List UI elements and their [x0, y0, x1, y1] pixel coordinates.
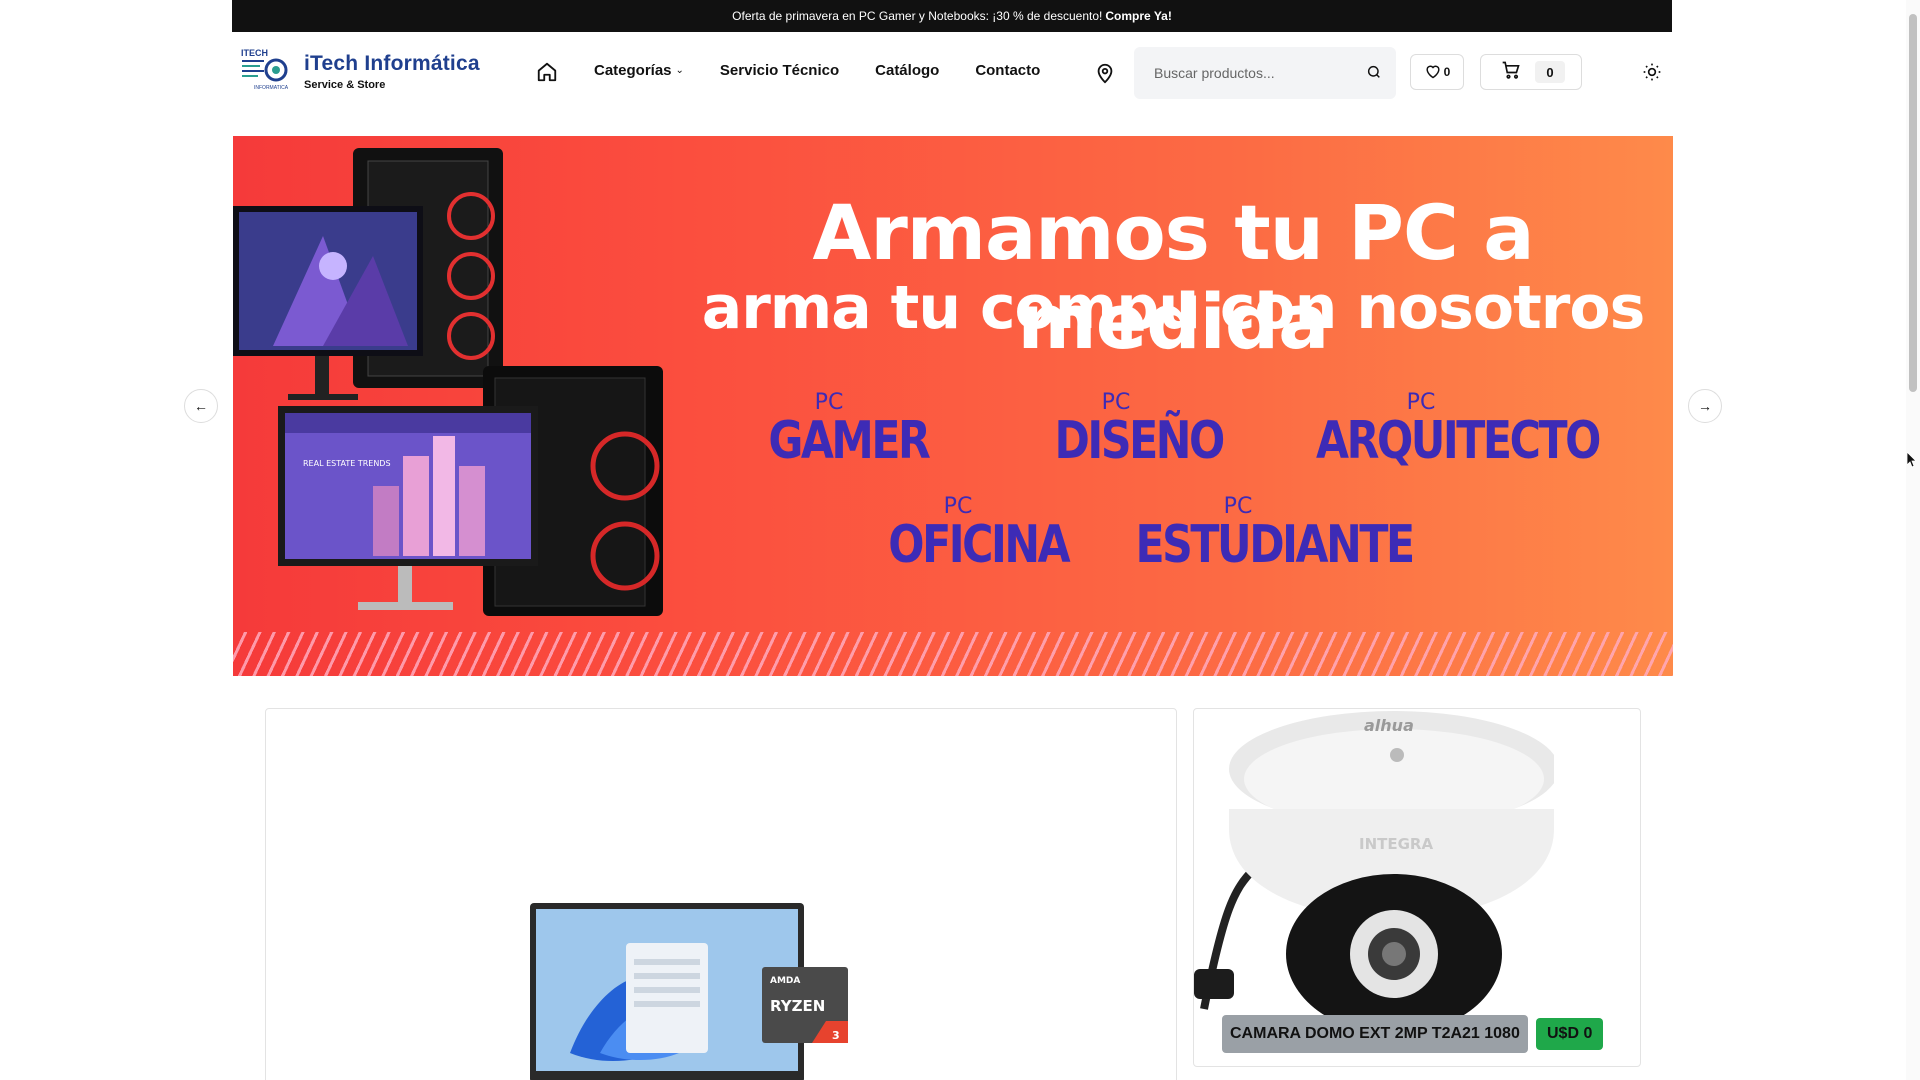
- brand-tagline: Service & Store: [304, 79, 386, 91]
- page-scrollbar[interactable]: [1906, 0, 1920, 1080]
- arrow-right-icon: →: [1698, 398, 1712, 414]
- search-icon[interactable]: [1366, 64, 1382, 85]
- promo-text: Oferta de primavera en PC Gamer y Notebo…: [732, 9, 1103, 23]
- amd-ryzen-badge: AMDA RYZEN 3: [762, 967, 848, 1043]
- promo-cta-link[interactable]: Compre Ya!: [1105, 9, 1171, 23]
- nav-categorias[interactable]: Categorías ⌄: [594, 62, 684, 79]
- product-card-laptop[interactable]: AMDA RYZEN 3: [265, 708, 1177, 1080]
- nav-contacto[interactable]: Contacto: [975, 62, 1040, 79]
- arrow-left-icon: ←: [194, 398, 208, 414]
- decorative-stripes: [233, 632, 1673, 676]
- product-card-camera[interactable]: alhua INTEGRA CAMARA DOMO EXT 2MP T2A21 …: [1193, 708, 1641, 1067]
- brand-logo[interactable]: ITECH INFORMATICA: [240, 48, 290, 92]
- camera-product-image: alhua INTEGRA: [1194, 711, 1554, 1019]
- cart-count: 0: [1535, 61, 1565, 83]
- svg-text:3: 3: [832, 1029, 840, 1042]
- carousel-next-button[interactable]: →: [1688, 389, 1722, 423]
- pc-type-diseno: PC DISEÑO: [1054, 390, 1226, 471]
- site-header: ITECH INFORMATICA iTech Informática Serv…: [232, 32, 1672, 112]
- svg-text:REAL ESTATE TRENDS: REAL ESTATE TRENDS: [303, 459, 391, 468]
- pc-type-arquitecto: PC ARQUITECTO: [1316, 390, 1601, 471]
- gaming-pc-illustration: REAL ESTATE TRENDS: [233, 148, 663, 616]
- svg-text:INTEGRA: INTEGRA: [1359, 835, 1433, 853]
- location-pin-icon[interactable]: [1092, 59, 1118, 87]
- cart-button[interactable]: 0: [1480, 54, 1582, 90]
- nav-catalogo[interactable]: Catálogo: [875, 62, 939, 79]
- mouse-cursor-icon: [1906, 451, 1917, 473]
- cart-icon: [1501, 60, 1521, 85]
- product-name[interactable]: CAMARA DOMO EXT 2MP T2A21 1080: [1222, 1015, 1528, 1053]
- svg-text:INFORMATICA: INFORMATICA: [254, 85, 289, 91]
- hero-banner[interactable]: REAL ESTATE TRENDS Armamos tu PC a medid…: [233, 136, 1673, 676]
- wishlist-count: 0: [1443, 65, 1451, 79]
- search-box: [1134, 47, 1396, 99]
- svg-text:AMDA: AMDA: [770, 976, 800, 986]
- pc-type-gamer: PC GAMER: [768, 390, 931, 471]
- sun-icon[interactable]: [1640, 60, 1664, 84]
- hero-subheadline: arma tu compu con nosotros: [701, 273, 1646, 343]
- search-input[interactable]: [1154, 65, 1354, 81]
- laptop-product-image: AMDA RYZEN 3: [530, 903, 848, 1080]
- brand-name[interactable]: iTech Informática: [304, 52, 480, 76]
- wishlist-button[interactable]: 0: [1410, 54, 1464, 90]
- brand-block[interactable]: iTech Informática Service & Store: [304, 52, 480, 91]
- svg-text:ITECH: ITECH: [241, 48, 268, 58]
- product-price: U$D 0: [1536, 1018, 1604, 1050]
- main-nav: Categorías ⌄ Servicio Técnico Catálogo Co…: [594, 62, 1040, 79]
- scrollbar-thumb[interactable]: [1909, 14, 1917, 392]
- svg-text:RYZEN: RYZEN: [770, 997, 825, 1015]
- carousel-prev-button[interactable]: ←: [184, 389, 218, 423]
- pc-type-oficina: PC OFICINA: [888, 494, 1070, 575]
- promo-bar: Oferta de primavera en PC Gamer y Notebo…: [232, 0, 1672, 32]
- svg-text:alhua: alhua: [1364, 716, 1414, 735]
- heart-icon: [1424, 63, 1442, 82]
- pc-type-estudiante: PC ESTUDIANTE: [1135, 494, 1416, 575]
- chevron-down-icon: ⌄: [675, 65, 684, 76]
- nav-servicio-tecnico[interactable]: Servicio Técnico: [720, 62, 839, 79]
- home-icon[interactable]: [534, 59, 560, 85]
